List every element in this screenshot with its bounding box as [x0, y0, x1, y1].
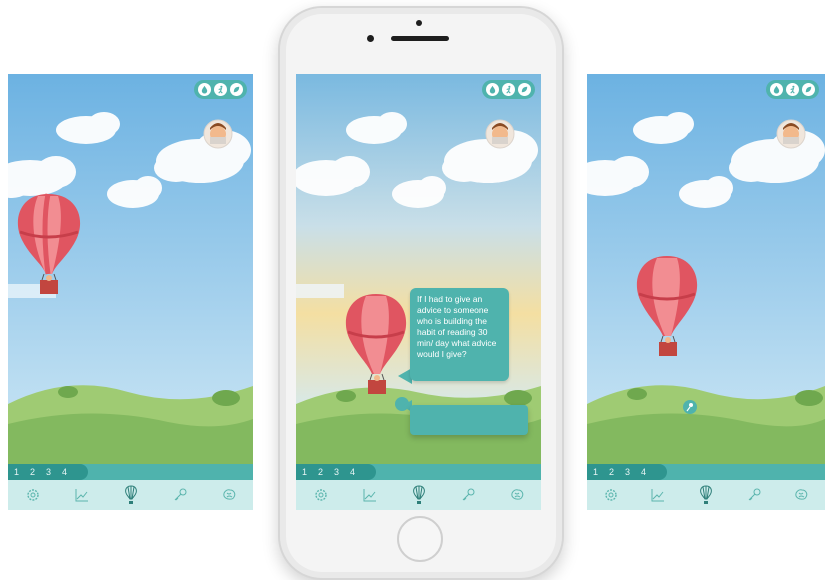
sensor-icon — [367, 35, 374, 42]
leaf-icon[interactable] — [802, 83, 815, 96]
speaker-grille — [391, 36, 449, 41]
progress-step: 3 — [334, 467, 340, 477]
center-app-screen: If I had to give an advice to someone wh… — [296, 74, 541, 510]
water-drop-icon[interactable] — [770, 83, 783, 96]
progress-numbers: 1 2 3 4 — [14, 464, 67, 480]
progress-step: 1 — [302, 467, 308, 477]
key-icon[interactable] — [457, 484, 479, 506]
key-icon[interactable] — [169, 484, 191, 506]
advice-text: If I had to give an advice to someone wh… — [417, 294, 497, 359]
water-drop-icon[interactable] — [486, 83, 499, 96]
progress-step: 2 — [30, 467, 36, 477]
answer-input-box[interactable] — [410, 405, 528, 435]
balloon-icon[interactable] — [120, 484, 142, 506]
progress-numbers: 1 2 3 4 — [593, 464, 646, 480]
running-person-icon[interactable] — [786, 83, 799, 96]
running-person-icon[interactable] — [214, 83, 227, 96]
balloon-icon[interactable] — [695, 484, 717, 506]
advice-speech-bubble: If I had to give an advice to someone wh… — [410, 288, 509, 381]
gear-icon[interactable] — [600, 484, 622, 506]
chart-icon[interactable] — [359, 484, 381, 506]
avatar — [203, 119, 233, 149]
leaf-icon[interactable] — [518, 83, 531, 96]
avatar — [776, 119, 806, 149]
water-drop-icon[interactable] — [198, 83, 211, 96]
progress-step: 1 — [14, 467, 20, 477]
bottom-nav — [8, 480, 253, 510]
gear-icon[interactable] — [310, 484, 332, 506]
progress-step: 3 — [625, 467, 631, 477]
camera-icon — [416, 20, 422, 26]
progress-step: 4 — [62, 467, 68, 477]
progress-step: 4 — [641, 467, 647, 477]
chart-icon[interactable] — [71, 484, 93, 506]
top-icon-group — [194, 80, 247, 99]
top-icon-group — [766, 80, 819, 99]
brain-icon[interactable] — [790, 484, 812, 506]
right-app-screen: 1 2 3 4 — [587, 74, 825, 510]
sky-background — [587, 74, 825, 510]
left-app-screen: 1 2 3 4 — [8, 74, 253, 510]
brain-icon[interactable] — [506, 484, 528, 506]
progress-step: 1 — [593, 467, 599, 477]
gear-icon[interactable] — [22, 484, 44, 506]
progress-step: 2 — [609, 467, 615, 477]
brain-icon[interactable] — [218, 484, 240, 506]
balloon-icon[interactable] — [408, 484, 430, 506]
leaf-icon[interactable] — [230, 83, 243, 96]
progress-step: 2 — [318, 467, 324, 477]
avatar — [485, 119, 515, 149]
key-marker-icon — [683, 400, 697, 414]
chart-icon[interactable] — [647, 484, 669, 506]
sky-background — [8, 74, 253, 510]
progress-step: 4 — [350, 467, 356, 477]
progress-numbers: 1 2 3 4 — [302, 464, 355, 480]
bottom-nav — [296, 480, 541, 510]
home-button[interactable] — [397, 516, 443, 562]
top-icon-group — [482, 80, 535, 99]
progress-step: 3 — [46, 467, 52, 477]
key-icon[interactable] — [743, 484, 765, 506]
bottom-nav — [587, 480, 825, 510]
running-person-icon[interactable] — [502, 83, 515, 96]
